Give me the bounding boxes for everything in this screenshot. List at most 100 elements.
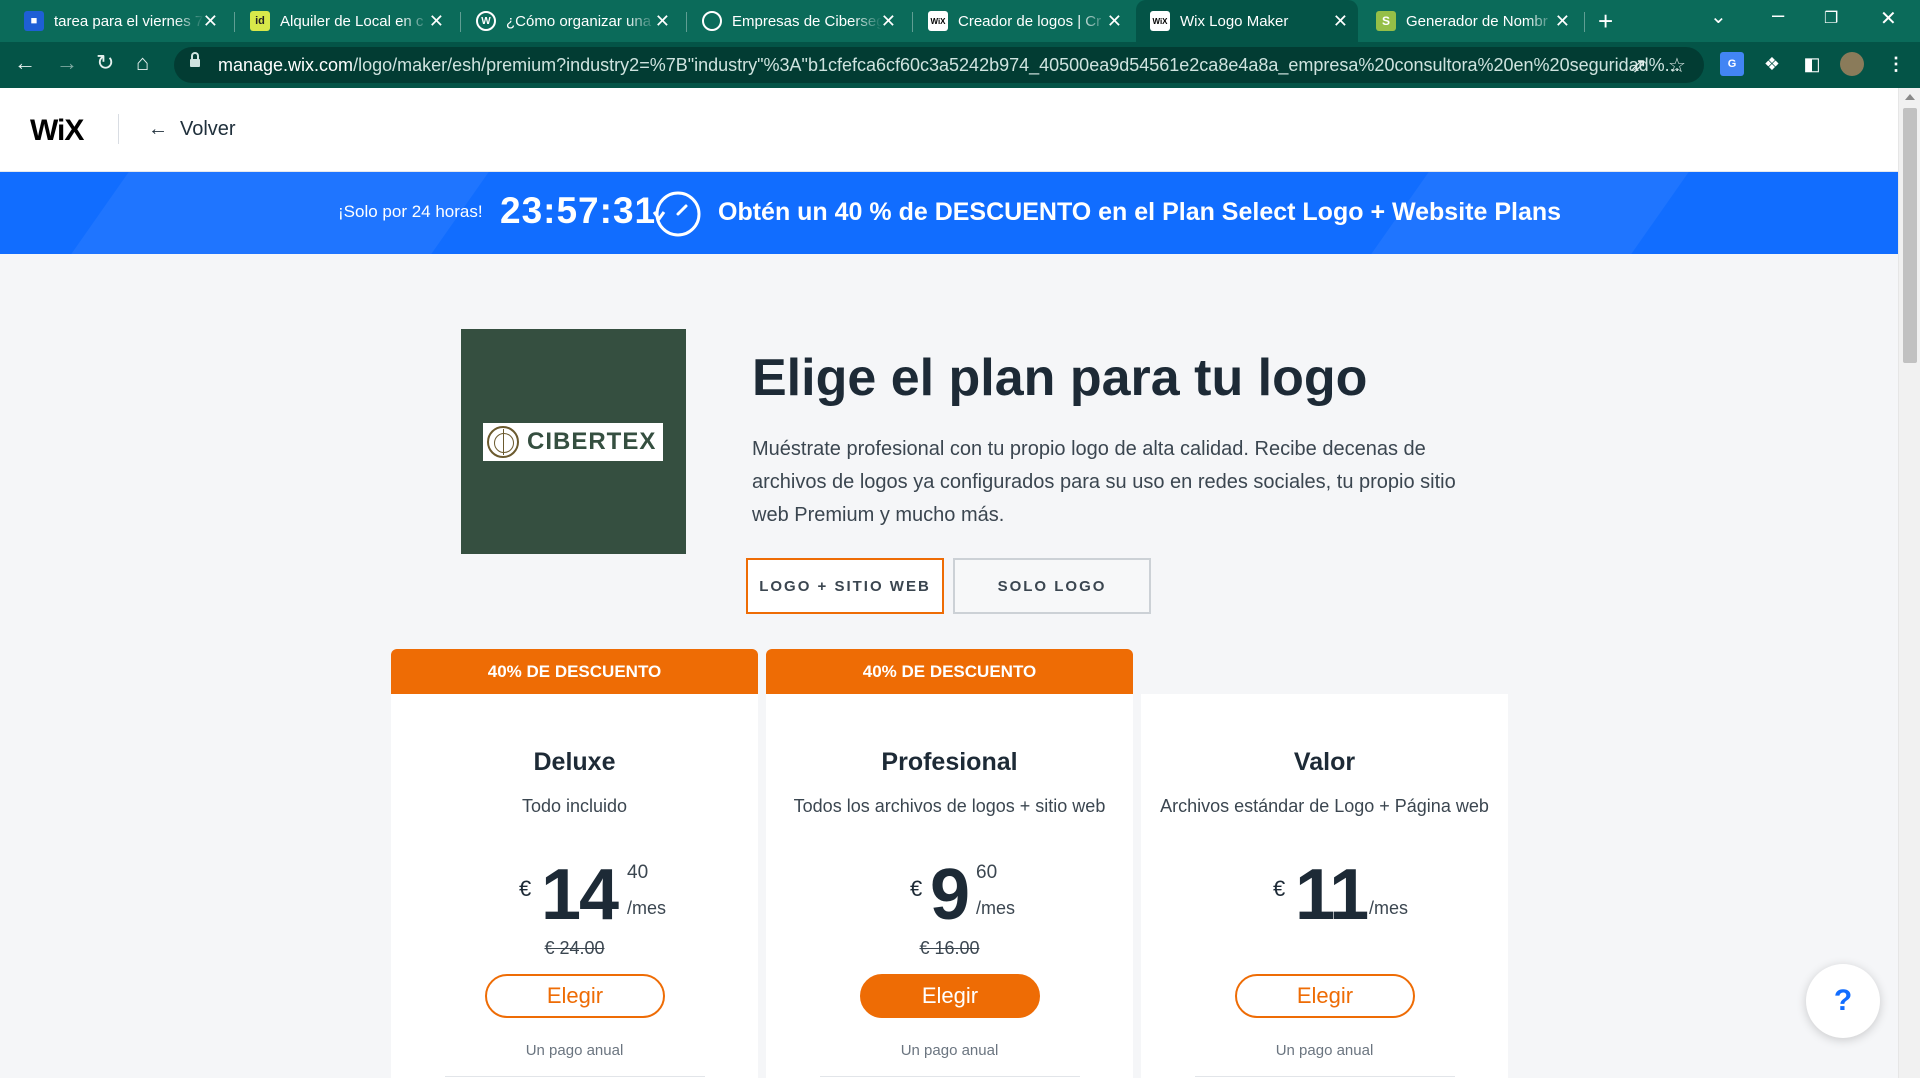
- browser-tab-5[interactable]: WiX Creador de logos | Cr ✕: [914, 6, 1132, 36]
- promo-banner[interactable]: ¡Solo por 24 horas! 23:57:31 Obtén un 40…: [0, 172, 1898, 254]
- browser-toolbar: ← → ↻ ⌂ manage.wix.com/logo/maker/esh/pr…: [0, 42, 1920, 88]
- promo-offer-text: Obtén un 40 % de DESCUENTO en el Plan Se…: [718, 198, 1562, 226]
- plan-card-profesional: Profesional Todos los archivos de logos …: [766, 694, 1133, 1078]
- close-icon[interactable]: ✕: [429, 11, 444, 32]
- minimize-icon[interactable]: –: [1772, 2, 1784, 28]
- side-panel-icon[interactable]: ◧: [1800, 52, 1824, 76]
- reload-icon[interactable]: ↻: [96, 50, 114, 76]
- price-currency: €: [519, 876, 532, 901]
- stopwatch-icon: [652, 191, 701, 237]
- close-icon[interactable]: ✕: [1107, 11, 1122, 32]
- google-translate-icon[interactable]: G: [1720, 52, 1744, 76]
- original-price: € 24.00: [544, 938, 605, 958]
- plan-subtitle: Todo incluido: [521, 796, 628, 816]
- billing-note: Un pago anual: [1275, 1042, 1374, 1059]
- close-icon[interactable]: ✕: [1555, 11, 1570, 32]
- back-link[interactable]: ← Volver: [148, 118, 236, 141]
- tab-divider: [1584, 12, 1585, 32]
- browser-tab-3[interactable]: W ¿Cómo organizar una ✕: [462, 6, 680, 36]
- tab-search-chevron-icon[interactable]: ⌄: [1710, 4, 1727, 29]
- close-icon[interactable]: ✕: [1333, 11, 1348, 32]
- page-scrollbar[interactable]: [1898, 88, 1920, 1078]
- wix-icon: WiX: [1150, 11, 1170, 31]
- price-currency: €: [1273, 876, 1286, 901]
- price-period: /mes: [1369, 898, 1409, 918]
- back-label: Volver: [180, 118, 236, 140]
- choose-deluxe-button[interactable]: Elegir: [485, 974, 665, 1018]
- price-integer: 11: [1295, 855, 1369, 935]
- scroll-up-arrow-icon[interactable]: [1905, 94, 1915, 100]
- card-divider: [1195, 1076, 1455, 1077]
- globe-seal-icon: [487, 426, 519, 458]
- close-icon[interactable]: ✕: [655, 11, 670, 32]
- tab-solo-logo[interactable]: SOLO LOGO: [953, 558, 1151, 614]
- original-price: € 16.00: [919, 938, 980, 958]
- profile-avatar[interactable]: [1840, 52, 1864, 76]
- wordpress-icon: W: [476, 11, 496, 31]
- price-period: /mes: [976, 898, 1016, 918]
- price-decimals: 40: [627, 862, 649, 883]
- address-bar[interactable]: manage.wix.com/logo/maker/esh/premium?in…: [174, 47, 1704, 83]
- countdown-timer: 23:57:31: [500, 190, 657, 231]
- extensions-puzzle-icon[interactable]: ❖: [1760, 52, 1784, 76]
- tab-divider: [460, 12, 461, 32]
- plan-name: Deluxe: [533, 748, 616, 776]
- browser-tab-strip: ■ tarea para el viernes 7 ✕ id Alquiler …: [0, 0, 1920, 42]
- url-text: manage.wix.com/logo/maker/esh/premium?in…: [218, 55, 1680, 76]
- price-currency: €: [910, 876, 923, 901]
- tab-title: Wix Logo Maker: [1180, 12, 1289, 30]
- plan-name: Valor: [1293, 748, 1356, 776]
- browser-tab-7[interactable]: S Generador de Nombr ✕: [1362, 6, 1580, 36]
- help-button[interactable]: ?: [1806, 964, 1880, 1038]
- bookmark-star-icon[interactable]: ☆: [1668, 53, 1686, 78]
- billing-note: Un pago anual: [525, 1042, 624, 1059]
- close-icon[interactable]: ✕: [203, 11, 218, 32]
- choose-profesional-button[interactable]: Elegir: [860, 974, 1040, 1018]
- promo-limited-label: ¡Solo por 24 horas!: [338, 202, 483, 221]
- page-title: Elige el plan para tu logo: [752, 349, 1368, 407]
- restore-icon[interactable]: ❐: [1824, 8, 1838, 28]
- choose-valor-button[interactable]: Elegir: [1235, 974, 1415, 1018]
- tab-logo-sitio-web[interactable]: LOGO + SITIO WEB: [746, 558, 944, 614]
- scroll-thumb[interactable]: [1903, 108, 1917, 363]
- url-path: /logo/maker/esh/premium?industry2=%7B"in…: [353, 55, 1680, 75]
- lock-icon: [190, 52, 200, 69]
- price-integer: 14: [541, 855, 619, 935]
- page-description: Muéstrate profesional con tu propio logo…: [752, 438, 1456, 526]
- share-icon[interactable]: ⇗: [1630, 53, 1647, 78]
- wix-logo[interactable]: WiX: [30, 114, 84, 148]
- billing-note: Un pago anual: [900, 1042, 999, 1059]
- logo-preview: CIBERTEX: [461, 329, 686, 554]
- tab-title: tarea para el viernes 7: [54, 12, 204, 30]
- logo-brand-name: CIBERTEX: [527, 428, 657, 455]
- close-icon[interactable]: ✕: [881, 11, 896, 32]
- browser-tab-2[interactable]: id Alquiler de Local en c ✕: [236, 6, 454, 36]
- logo-badge: CIBERTEX: [483, 423, 663, 461]
- plan-name: Profesional: [881, 748, 1018, 776]
- tab-title: Creador de logos | Cr: [958, 12, 1102, 30]
- kebab-menu-icon[interactable]: ⋮: [1884, 52, 1908, 76]
- tab-divider: [912, 12, 913, 32]
- browser-tab-4[interactable]: Empresas de Ciberseg ✕: [688, 6, 906, 36]
- window-close-icon[interactable]: ✕: [1880, 6, 1897, 31]
- card-divider: [820, 1076, 1080, 1077]
- forward-arrow-icon[interactable]: →: [56, 50, 78, 76]
- tab-title: ¿Cómo organizar una: [506, 12, 652, 30]
- tab-title: Generador de Nombr: [1406, 12, 1548, 30]
- new-tab-plus-icon[interactable]: +: [1598, 6, 1613, 36]
- plan-subtitle: Archivos estándar de Logo + Página web: [1160, 796, 1489, 816]
- idealista-icon: id: [250, 11, 270, 31]
- tab-divider: [686, 12, 687, 32]
- plan-card-deluxe: Deluxe Todo incluido € 14 40 /mes € 24.0…: [391, 694, 758, 1078]
- browser-tab-1[interactable]: ■ tarea para el viernes 7 ✕: [10, 6, 228, 36]
- price-integer: 9: [930, 855, 970, 935]
- home-icon[interactable]: ⌂: [136, 50, 149, 76]
- discount-ribbon: 40% DE DESCUENTO: [766, 649, 1133, 694]
- back-arrow-icon[interactable]: ←: [14, 50, 36, 76]
- url-host: manage.wix.com: [218, 55, 354, 75]
- plan-card-valor: Valor Archivos estándar de Logo + Página…: [1141, 694, 1508, 1078]
- header-divider: [118, 114, 119, 144]
- browser-tab-6-active[interactable]: WiX Wix Logo Maker ✕: [1136, 0, 1358, 42]
- plan-price: € 14 40 /mes: [519, 854, 666, 935]
- wix-header: WiX ← Volver: [0, 88, 1898, 172]
